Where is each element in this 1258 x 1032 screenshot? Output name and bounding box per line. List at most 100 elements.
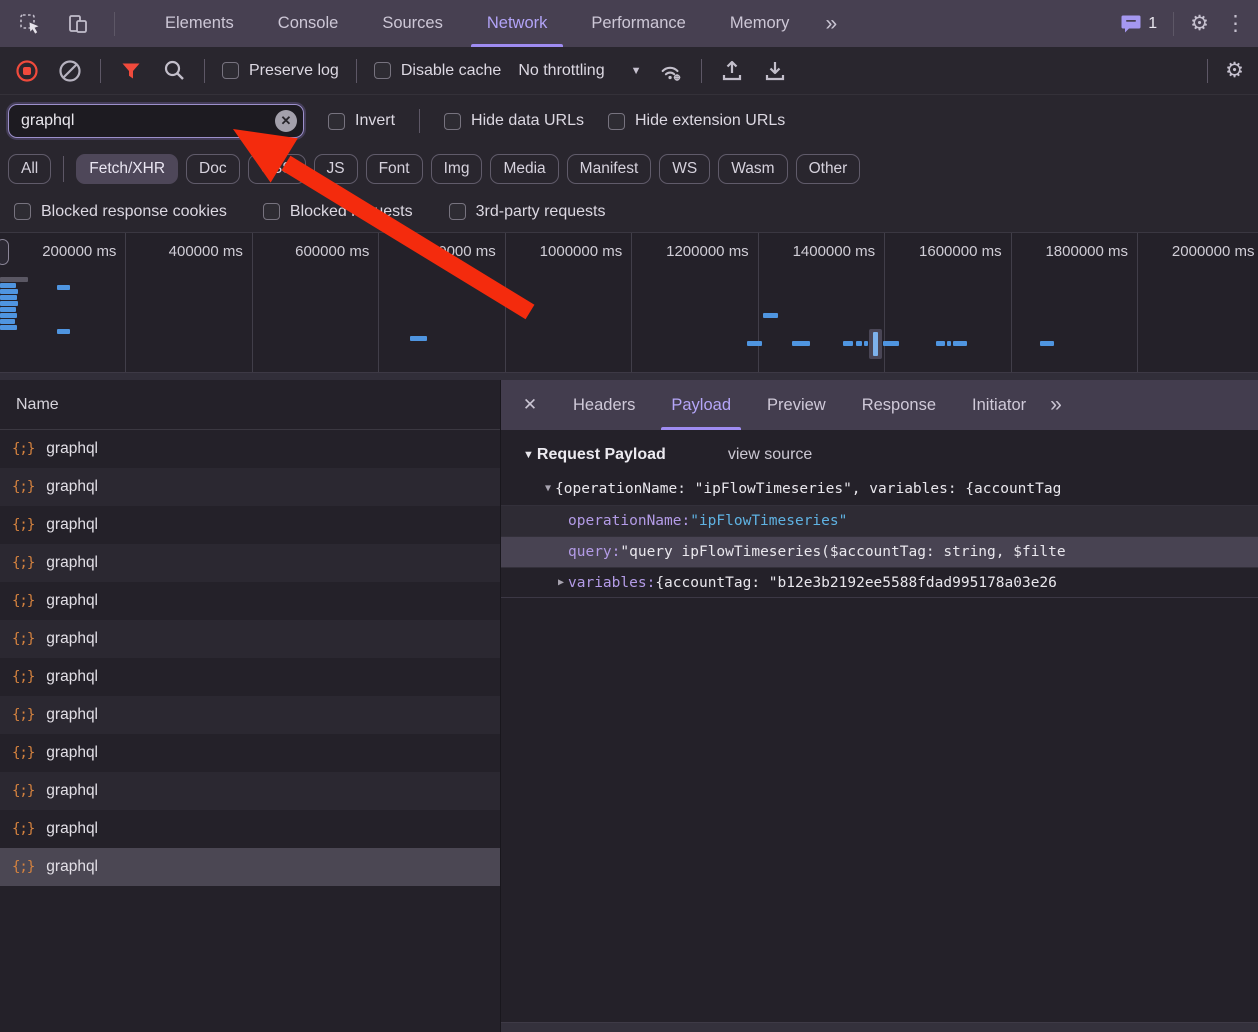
chip-fetch-xhr[interactable]: Fetch/XHR — [76, 154, 178, 184]
timeline-resize-handle[interactable] — [0, 239, 9, 265]
table-row[interactable]: {;}graphql — [0, 696, 500, 734]
table-row-selected[interactable]: {;}graphql — [0, 848, 500, 886]
json-key: operationName: — [568, 513, 690, 529]
checkbox[interactable] — [449, 203, 466, 220]
view-source-link[interactable]: view source — [728, 446, 812, 464]
timeline-scroll-track[interactable] — [0, 372, 1258, 380]
blocked-requests-checkbox[interactable]: Blocked requests — [263, 203, 413, 221]
checkbox[interactable] — [14, 203, 31, 220]
search-icon[interactable] — [161, 58, 187, 84]
fetch-xhr-icon: {;} — [12, 479, 34, 495]
checkbox[interactable] — [374, 62, 391, 79]
divider — [356, 59, 357, 83]
request-details-panel: ✕ Headers Payload Preview Response Initi… — [501, 380, 1258, 1032]
throttling-dropdown[interactable]: No throttling ▼ — [518, 62, 641, 80]
request-name: graphql — [46, 744, 98, 762]
table-row[interactable]: {;}graphql — [0, 468, 500, 506]
fetch-xhr-icon: {;} — [12, 745, 34, 761]
expanded-triangle-icon[interactable]: ▼ — [541, 483, 555, 494]
more-tabs-icon[interactable]: » — [811, 0, 849, 47]
fetch-xhr-icon: {;} — [12, 517, 34, 533]
details-scroll-track[interactable] — [501, 1022, 1258, 1032]
table-row[interactable]: {;}graphql — [0, 506, 500, 544]
export-har-icon[interactable] — [762, 58, 788, 84]
hide-data-urls-checkbox[interactable]: Hide data URLs — [444, 112, 584, 130]
chip-font[interactable]: Font — [366, 154, 423, 184]
checkbox[interactable] — [328, 113, 345, 130]
tab-initiator[interactable]: Initiator — [954, 380, 1044, 430]
collapsed-triangle-icon[interactable]: ▶ — [554, 577, 568, 588]
third-party-checkbox[interactable]: 3rd-party requests — [449, 203, 606, 221]
chip-css[interactable]: CSS — [248, 154, 306, 184]
close-icon[interactable]: ✕ — [513, 388, 547, 422]
preserve-log-checkbox[interactable]: Preserve log — [222, 62, 339, 80]
chip-doc[interactable]: Doc — [186, 154, 240, 184]
chip-js[interactable]: JS — [314, 154, 358, 184]
timeline-overview[interactable]: 200000 ms400000 ms600000 ms800000 ms1000… — [0, 233, 1258, 380]
checkbox[interactable] — [444, 113, 461, 130]
tab-network[interactable]: Network — [465, 0, 570, 47]
chip-other[interactable]: Other — [796, 154, 861, 184]
device-toolbar-icon[interactable] — [66, 12, 90, 36]
tab-preview[interactable]: Preview — [749, 380, 844, 430]
inspect-element-icon[interactable] — [18, 12, 42, 36]
disable-cache-checkbox[interactable]: Disable cache — [374, 62, 502, 80]
table-row[interactable]: {;}graphql — [0, 544, 500, 582]
import-har-icon[interactable] — [719, 58, 745, 84]
payload-row-variables[interactable]: ▶ variables: {accountTag: "b12e3b2192ee5… — [501, 567, 1258, 598]
throttling-value: No throttling — [518, 62, 604, 80]
record-network-log-icon[interactable] — [14, 58, 40, 84]
table-row[interactable]: {;}graphql — [0, 658, 500, 696]
filter-input[interactable] — [8, 104, 304, 138]
table-row[interactable]: {;} graphql — [0, 620, 500, 658]
issues-button[interactable]: 1 — [1121, 14, 1157, 33]
checkbox[interactable] — [263, 203, 280, 220]
tab-payload[interactable]: Payload — [653, 380, 749, 430]
clear-network-log-icon[interactable] — [57, 58, 83, 84]
hide-extension-urls-checkbox[interactable]: Hide extension URLs — [608, 112, 785, 130]
network-conditions-icon[interactable] — [658, 58, 684, 84]
filter-funnel-icon[interactable] — [118, 58, 144, 84]
payload-preview-line[interactable]: ▼ {operationName: "ipFlowTimeseries", va… — [501, 472, 1258, 505]
more-tabs-icon[interactable]: » — [1050, 393, 1060, 417]
table-row[interactable]: {;}graphql — [0, 430, 500, 468]
chip-img[interactable]: Img — [431, 154, 483, 184]
checkbox[interactable] — [608, 113, 625, 130]
table-row[interactable]: {;}graphql — [0, 810, 500, 848]
panel-tabs: Elements Console Sources Network Perform… — [143, 0, 849, 47]
name-column-header[interactable]: Name — [0, 380, 500, 430]
invert-checkbox[interactable]: Invert — [328, 112, 395, 130]
chip-manifest[interactable]: Manifest — [567, 154, 652, 184]
chip-ws[interactable]: WS — [659, 154, 710, 184]
table-row[interactable]: {;} graphql — [0, 734, 500, 772]
tab-response[interactable]: Response — [844, 380, 954, 430]
tab-elements[interactable]: Elements — [143, 0, 256, 47]
blocked-cookies-checkbox[interactable]: Blocked response cookies — [14, 203, 227, 221]
network-settings-gear-icon[interactable]: ⚙ — [1225, 60, 1244, 81]
tab-performance[interactable]: Performance — [569, 0, 707, 47]
collapse-triangle-icon[interactable]: ▼ — [523, 449, 534, 461]
payload-row-query-selected[interactable]: query: "query ipFlowTimeseries($accountT… — [501, 536, 1258, 567]
fetch-xhr-icon: {;} — [12, 631, 34, 647]
request-name: graphql — [46, 706, 98, 724]
tab-headers[interactable]: Headers — [555, 380, 653, 430]
clear-filter-icon[interactable]: ✕ — [275, 110, 297, 132]
waterfall-bar — [410, 336, 427, 341]
divider — [701, 59, 702, 83]
request-name: graphql — [46, 592, 98, 610]
request-name: graphql — [46, 630, 98, 648]
payload-row-operation-name[interactable]: operationName: "ipFlowTimeseries" — [501, 505, 1258, 536]
json-string-value: "ipFlowTimeseries" — [690, 513, 847, 529]
checkbox[interactable] — [222, 62, 239, 79]
kebab-menu-icon[interactable]: ⋮ — [1225, 13, 1246, 34]
chevron-down-icon: ▼ — [631, 65, 642, 77]
table-row[interactable]: {;}graphql — [0, 582, 500, 620]
table-row[interactable]: {;}graphql — [0, 772, 500, 810]
tab-memory[interactable]: Memory — [708, 0, 812, 47]
chip-media[interactable]: Media — [490, 154, 558, 184]
settings-gear-icon[interactable]: ⚙ — [1190, 13, 1209, 34]
tab-console[interactable]: Console — [256, 0, 361, 47]
chip-all[interactable]: All — [8, 154, 51, 184]
tab-sources[interactable]: Sources — [360, 0, 465, 47]
chip-wasm[interactable]: Wasm — [718, 154, 787, 184]
